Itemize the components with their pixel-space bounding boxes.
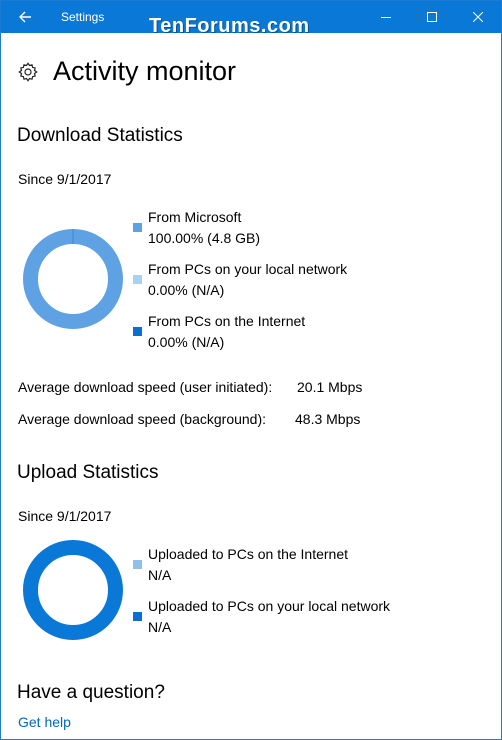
window-title: Settings	[61, 10, 105, 24]
upload-donut-chart	[23, 540, 123, 640]
upload-statistics-heading: Upload Statistics	[17, 462, 159, 483]
maximize-button[interactable]	[409, 1, 455, 33]
download-donut-chart	[23, 229, 123, 329]
upload-donut-ring	[23, 540, 123, 640]
back-button[interactable]	[1, 1, 49, 33]
legend-swatch-microsoft	[133, 223, 142, 232]
legend-value-upload-local: N/A	[148, 619, 172, 635]
legend-label-upload-internet: Uploaded to PCs on the Internet	[148, 546, 349, 562]
minimize-icon	[381, 17, 391, 18]
watermark: TenForums.com	[149, 15, 310, 37]
legend-value-upload-internet: N/A	[148, 567, 172, 583]
minimize-button[interactable]	[363, 1, 409, 33]
have-a-question-heading: Have a question?	[17, 682, 165, 703]
legend-label-microsoft: From Microsoft	[148, 209, 242, 225]
title-bar: Settings TenForums.com	[1, 1, 501, 37]
close-icon	[473, 12, 483, 22]
legend-label-local-network: From PCs on your local network	[148, 261, 348, 277]
legend-label-upload-local: Uploaded to PCs on your local network	[148, 598, 391, 614]
avg-download-user-label: Average download speed (user initiated):	[18, 379, 273, 395]
legend-swatch-local-network	[133, 275, 142, 284]
avg-download-user-value: 20.1 Mbps	[297, 379, 363, 395]
legend-swatch-upload-local	[133, 612, 142, 621]
get-help-link[interactable]: Get help	[18, 714, 71, 730]
maximize-icon	[427, 12, 437, 22]
page-title: Activity monitor	[53, 56, 237, 86]
upload-since: Since 9/1/2017	[18, 508, 112, 524]
close-button[interactable]	[455, 1, 501, 33]
settings-window: Settings TenForums.com Activity monitor …	[0, 0, 502, 740]
legend-value-microsoft: 100.00% (4.8 GB)	[148, 230, 261, 246]
download-donut-ring	[23, 229, 123, 329]
download-since: Since 9/1/2017	[18, 171, 112, 187]
gear-icon	[18, 62, 38, 82]
legend-label-internet: From PCs on the Internet	[148, 313, 306, 329]
back-arrow-icon	[19, 11, 31, 23]
download-statistics-heading: Download Statistics	[17, 125, 183, 146]
avg-download-bg-label: Average download speed (background):	[18, 411, 267, 427]
avg-download-bg-value: 48.3 Mbps	[295, 411, 361, 427]
legend-value-internet: 0.00% (N/A)	[148, 334, 225, 350]
legend-swatch-upload-internet	[133, 560, 142, 569]
legend-value-local-network: 0.00% (N/A)	[148, 282, 225, 298]
legend-swatch-internet	[133, 327, 142, 336]
